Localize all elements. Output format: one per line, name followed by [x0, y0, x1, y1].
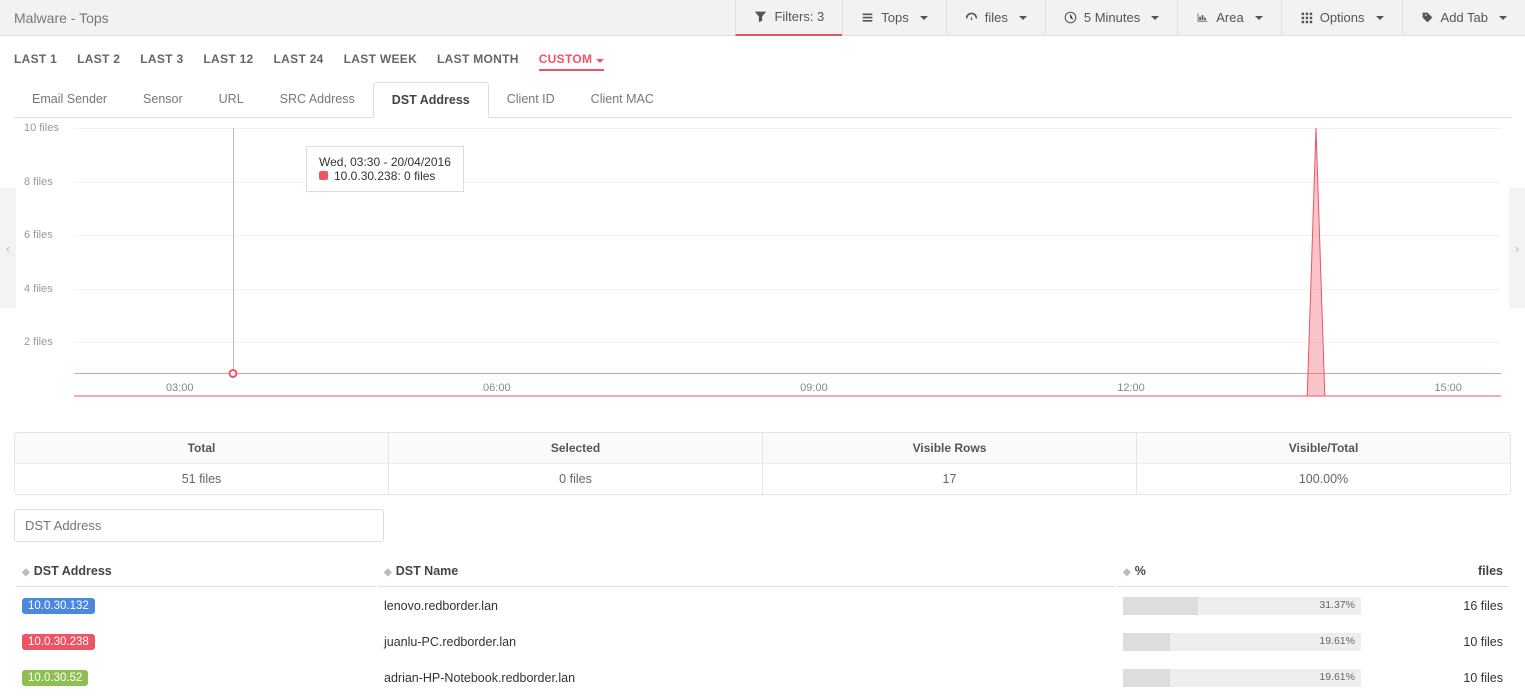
- dst-address-filter-input[interactable]: [14, 509, 384, 542]
- tab-url[interactable]: URL: [201, 82, 262, 118]
- chevron-down-icon: [1019, 16, 1027, 20]
- col-files[interactable]: files: [1369, 556, 1509, 587]
- prev-range-button[interactable]: ‹: [0, 188, 16, 308]
- clock-icon: [1064, 11, 1077, 24]
- tab-sensor[interactable]: Sensor: [125, 82, 201, 118]
- sort-icon: ◆: [1123, 567, 1131, 578]
- col-dst-address[interactable]: ◆DST Address: [16, 556, 376, 587]
- summary-selected: Selected 0 files: [389, 433, 763, 494]
- chevron-down-icon: [1499, 16, 1507, 20]
- col-percent[interactable]: ◆%: [1117, 556, 1367, 587]
- range-last-week[interactable]: LAST WEEK: [344, 52, 417, 71]
- chart-icon: [1196, 11, 1209, 24]
- range-custom[interactable]: CUSTOM: [539, 52, 605, 71]
- percent-bar: 19.61%: [1123, 669, 1361, 687]
- tab-email-sender[interactable]: Email Sender: [14, 82, 125, 118]
- chart-tooltip: Wed, 03:30 - 20/04/2016 10.0.30.238: 0 f…: [306, 146, 464, 192]
- tab-client-id[interactable]: Client ID: [489, 82, 573, 118]
- percent-bar: 31.37%: [1123, 597, 1361, 615]
- chevron-down-icon: [920, 16, 928, 20]
- grid-icon: [1300, 11, 1313, 24]
- options-button[interactable]: Options: [1281, 0, 1402, 36]
- page-title: Malware - Tops: [0, 10, 735, 26]
- dst-name-cell: juanlu-PC.redborder.lan: [378, 625, 1115, 659]
- sort-icon: ◆: [384, 567, 392, 578]
- range-last-3[interactable]: LAST 3: [140, 52, 183, 71]
- next-range-button[interactable]: ›: [1509, 188, 1525, 308]
- range-last-2[interactable]: LAST 2: [77, 52, 120, 71]
- files-button[interactable]: files: [946, 0, 1045, 36]
- range-last-12[interactable]: LAST 12: [203, 52, 253, 71]
- dst-name-cell: lenovo.redborder.lan: [378, 589, 1115, 623]
- dashboard-icon: [965, 11, 978, 24]
- chevron-down-icon: [1255, 16, 1263, 20]
- series-color-icon: [319, 171, 328, 180]
- tooltip-series: 10.0.30.238: 0 files: [319, 169, 451, 183]
- filter-icon: [754, 10, 767, 23]
- percent-bar: 19.61%: [1123, 633, 1361, 651]
- chevron-down-icon: [1376, 16, 1384, 20]
- range-last-month[interactable]: LAST MONTH: [437, 52, 519, 71]
- tag-icon: [1421, 11, 1434, 24]
- table-row[interactable]: 10.0.30.132 lenovo.redborder.lan 31.37% 16 …: [16, 589, 1509, 623]
- summary-total: Total 51 files: [15, 433, 389, 494]
- tab-client-mac[interactable]: Client MAC: [573, 82, 672, 118]
- list-icon: [861, 11, 874, 24]
- chevron-down-icon: [1151, 16, 1159, 20]
- results-table: ◆DST Address ◆DST Name ◆% files 10.0.30.…: [14, 554, 1511, 697]
- tab-dst-address[interactable]: DST Address: [373, 82, 489, 118]
- tooltip-timestamp: Wed, 03:30 - 20/04/2016: [319, 155, 451, 169]
- sort-icon: ◆: [22, 567, 30, 578]
- interval-button[interactable]: 5 Minutes: [1045, 0, 1177, 36]
- summary-ratio: Visible/Total 100.00%: [1137, 433, 1510, 494]
- table-row[interactable]: 10.0.30.52adrian-HP-Notebook.redborder.l…: [16, 661, 1509, 695]
- table-header-row: ◆DST Address ◆DST Name ◆% files: [16, 556, 1509, 587]
- files-cell: 10 files: [1369, 625, 1509, 659]
- tab-src-address[interactable]: SRC Address: [262, 82, 373, 118]
- filters-button[interactable]: Filters: 3: [735, 0, 842, 36]
- summary-strip: Total 51 files Selected 0 files Visible …: [14, 432, 1511, 495]
- tops-button[interactable]: Tops: [842, 0, 945, 36]
- address-chip[interactable]: 10.0.30.238: [22, 634, 95, 650]
- table-row[interactable]: 10.0.30.238 juanlu-PC.redborder.lan 19.61%…: [16, 625, 1509, 659]
- dimension-tabs: Email SenderSensorURLSRC AddressDST Addr…: [14, 81, 1511, 118]
- range-last-1[interactable]: LAST 1: [14, 52, 57, 71]
- time-ranges: LAST 1 LAST 2 LAST 3 LAST 12 LAST 24 LAST WEE…: [0, 36, 1525, 81]
- address-chip[interactable]: 10.0.30.132: [22, 598, 95, 614]
- files-cell: 10 files: [1369, 661, 1509, 695]
- files-cell: 16 files: [1369, 589, 1509, 623]
- range-last-24[interactable]: LAST 24: [274, 52, 324, 71]
- area-button[interactable]: Area: [1177, 0, 1280, 36]
- topbar: Malware - Tops Filters: 3 Tops files 5 M…: [0, 0, 1525, 36]
- col-dst-name[interactable]: ◆DST Name: [378, 556, 1115, 587]
- dst-name-cell: adrian-HP-Notebook.redborder.lan: [378, 661, 1115, 695]
- add-tab-button[interactable]: Add Tab: [1402, 0, 1525, 36]
- summary-visible-rows: Visible Rows 17: [763, 433, 1137, 494]
- area-chart[interactable]: 2 files4 files6 files8 files10 files03:0…: [24, 128, 1501, 396]
- chart-zone: ‹ › 2 files4 files6 files8 files10 files…: [14, 128, 1511, 418]
